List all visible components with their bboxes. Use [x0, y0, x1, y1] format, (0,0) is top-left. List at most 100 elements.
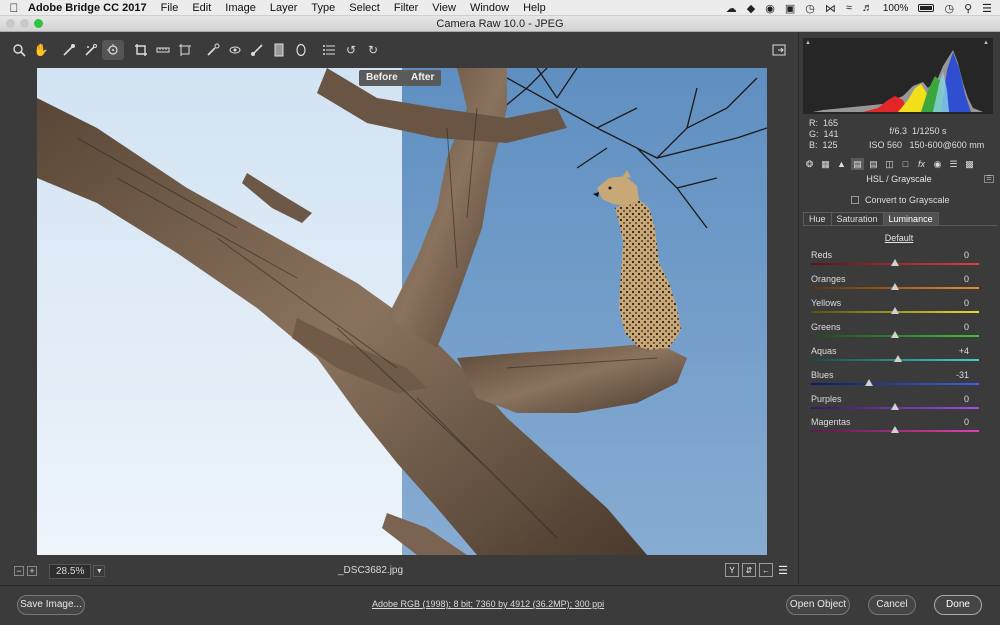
detail-panel-icon[interactable]: ▲ — [835, 158, 848, 170]
slider-value[interactable]: 0 — [929, 274, 969, 284]
slider-thumb[interactable] — [891, 426, 899, 433]
history-icon[interactable]: ◷ — [805, 2, 815, 15]
white-balance-eyedropper-icon[interactable] — [58, 40, 80, 60]
slider-value[interactable]: 0 — [929, 298, 969, 308]
slider-aquas[interactable]: Aquas +4 — [811, 346, 981, 368]
display-icon[interactable]: ▣ — [785, 2, 795, 15]
menu-filter[interactable]: Filter — [394, 2, 418, 14]
transform-panel-icon[interactable]: □ — [899, 158, 912, 170]
straighten-tool-icon[interactable] — [152, 40, 174, 60]
wifi-icon[interactable]: ≈ — [846, 2, 852, 14]
tab-saturation[interactable]: Saturation — [830, 212, 884, 225]
slider-value[interactable]: -31 — [929, 370, 969, 380]
slider-value[interactable]: +4 — [929, 346, 969, 356]
app-menu[interactable]: Adobe Bridge CC 2017 — [28, 2, 147, 14]
basic-panel-icon[interactable]: ❂ — [803, 158, 816, 170]
toggle-settings-icon[interactable]: ☰ — [776, 563, 790, 577]
rotate-ccw-icon[interactable]: ↺ — [340, 40, 362, 60]
slider-thumb[interactable] — [891, 259, 899, 266]
slider-thumb[interactable] — [891, 283, 899, 290]
slider-reds[interactable]: Reds 0 — [811, 250, 981, 272]
highlight-clipping-icon[interactable]: ▲ — [983, 40, 991, 46]
default-link[interactable]: Default — [803, 233, 995, 243]
camera-calibration-icon[interactable]: ◉ — [931, 158, 944, 170]
effects-panel-icon[interactable]: fx — [915, 158, 928, 170]
after-label[interactable]: After — [404, 70, 442, 86]
slider-yellows[interactable]: Yellows 0 — [811, 298, 981, 320]
hand-tool-icon[interactable]: ✋ — [30, 40, 52, 60]
notification-center-icon[interactable]: ☰ — [982, 2, 992, 15]
volume-icon[interactable]: ♬ — [862, 2, 873, 14]
slider-greens[interactable]: Greens 0 — [811, 322, 981, 344]
slider-thumb[interactable] — [891, 403, 899, 410]
toggle-fullscreen-icon[interactable] — [768, 40, 790, 60]
presets-panel-icon[interactable]: ☰ — [947, 158, 960, 170]
spot-removal-icon[interactable] — [202, 40, 224, 60]
slider-purples[interactable]: Purples 0 — [811, 394, 981, 416]
tab-hue[interactable]: Hue — [803, 212, 832, 225]
shield-icon[interactable]: ◆ — [747, 2, 755, 15]
slider-magentas[interactable]: Magentas 0 — [811, 417, 981, 439]
close-window-button[interactable] — [6, 19, 15, 28]
menu-window[interactable]: Window — [470, 2, 509, 14]
before-label[interactable]: Before — [359, 70, 405, 86]
targeted-adjustment-icon[interactable] — [102, 40, 124, 60]
zoom-out-button[interactable]: − — [14, 566, 24, 576]
swap-before-after-icon[interactable]: ⇵ — [742, 563, 756, 577]
photo-preview[interactable]: Before After — [37, 68, 767, 555]
slider-thumb[interactable] — [894, 355, 903, 362]
slider-oranges[interactable]: Oranges 0 — [811, 274, 981, 296]
creative-cloud-icon[interactable]: ☁ — [726, 2, 737, 15]
zoom-window-button[interactable] — [34, 19, 43, 28]
menu-type[interactable]: Type — [311, 2, 335, 14]
zoom-tool-icon[interactable] — [8, 40, 30, 60]
adjustment-brush-icon[interactable] — [246, 40, 268, 60]
cancel-button[interactable]: Cancel — [868, 595, 916, 615]
slider-blues[interactable]: Blues -31 — [811, 370, 981, 392]
red-eye-icon[interactable] — [224, 40, 246, 60]
split-toning-icon[interactable]: ▤ — [867, 158, 880, 170]
menu-file[interactable]: File — [161, 2, 179, 14]
menu-help[interactable]: Help — [523, 2, 546, 14]
slider-thumb[interactable] — [891, 307, 899, 314]
slider-value[interactable]: 0 — [929, 417, 969, 427]
slider-track[interactable] — [811, 383, 979, 385]
menu-layer[interactable]: Layer — [270, 2, 298, 14]
menu-image[interactable]: Image — [225, 2, 256, 14]
zoom-dropdown-icon[interactable]: ▼ — [93, 565, 106, 577]
radial-filter-icon[interactable] — [290, 40, 312, 60]
slider-thumb[interactable] — [891, 331, 899, 338]
slider-value[interactable]: 0 — [929, 394, 969, 404]
copy-settings-icon[interactable]: ← — [759, 563, 773, 577]
menu-select[interactable]: Select — [349, 2, 380, 14]
zoom-in-button[interactable]: + — [27, 566, 37, 576]
minimize-window-button[interactable] — [20, 19, 29, 28]
open-object-button[interactable]: Open Object — [786, 595, 850, 615]
rotate-cw-icon[interactable]: ↻ — [362, 40, 384, 60]
transform-tool-icon[interactable] — [174, 40, 196, 60]
tab-luminance[interactable]: Luminance — [882, 212, 939, 225]
snapshots-panel-icon[interactable]: ▩ — [963, 158, 976, 170]
slider-value[interactable]: 0 — [929, 322, 969, 332]
bluetooth-icon[interactable]: ⋈ — [825, 2, 836, 15]
hsl-panel-icon[interactable]: ▤ — [851, 158, 864, 170]
workflow-options-link[interactable]: Adobe RGB (1998); 8 bit; 7360 by 4912 (3… — [372, 599, 604, 609]
zoom-level[interactable]: 28.5% — [49, 563, 92, 579]
menu-edit[interactable]: Edit — [192, 2, 211, 14]
color-sampler-icon[interactable] — [80, 40, 102, 60]
convert-to-grayscale[interactable]: Convert to Grayscale — [851, 195, 950, 205]
battery-icon[interactable] — [918, 4, 935, 12]
chat-icon[interactable]: ◉ — [765, 2, 775, 15]
slider-thumb[interactable] — [864, 379, 873, 386]
lens-corrections-icon[interactable]: ◫ — [883, 158, 896, 170]
save-image-button[interactable]: Save Image... — [17, 595, 85, 615]
grayscale-checkbox[interactable] — [851, 196, 859, 204]
menu-view[interactable]: View — [432, 2, 456, 14]
graduated-filter-icon[interactable] — [268, 40, 290, 60]
spotlight-icon[interactable]: ⚲ — [964, 2, 972, 15]
shadow-clipping-icon[interactable]: ▲ — [805, 40, 813, 46]
preferences-icon[interactable] — [318, 40, 340, 60]
apple-icon[interactable]:  — [0, 1, 28, 15]
before-after-view-icon[interactable]: Y — [725, 563, 739, 577]
tone-curve-icon[interactable]: ▦ — [819, 158, 832, 170]
